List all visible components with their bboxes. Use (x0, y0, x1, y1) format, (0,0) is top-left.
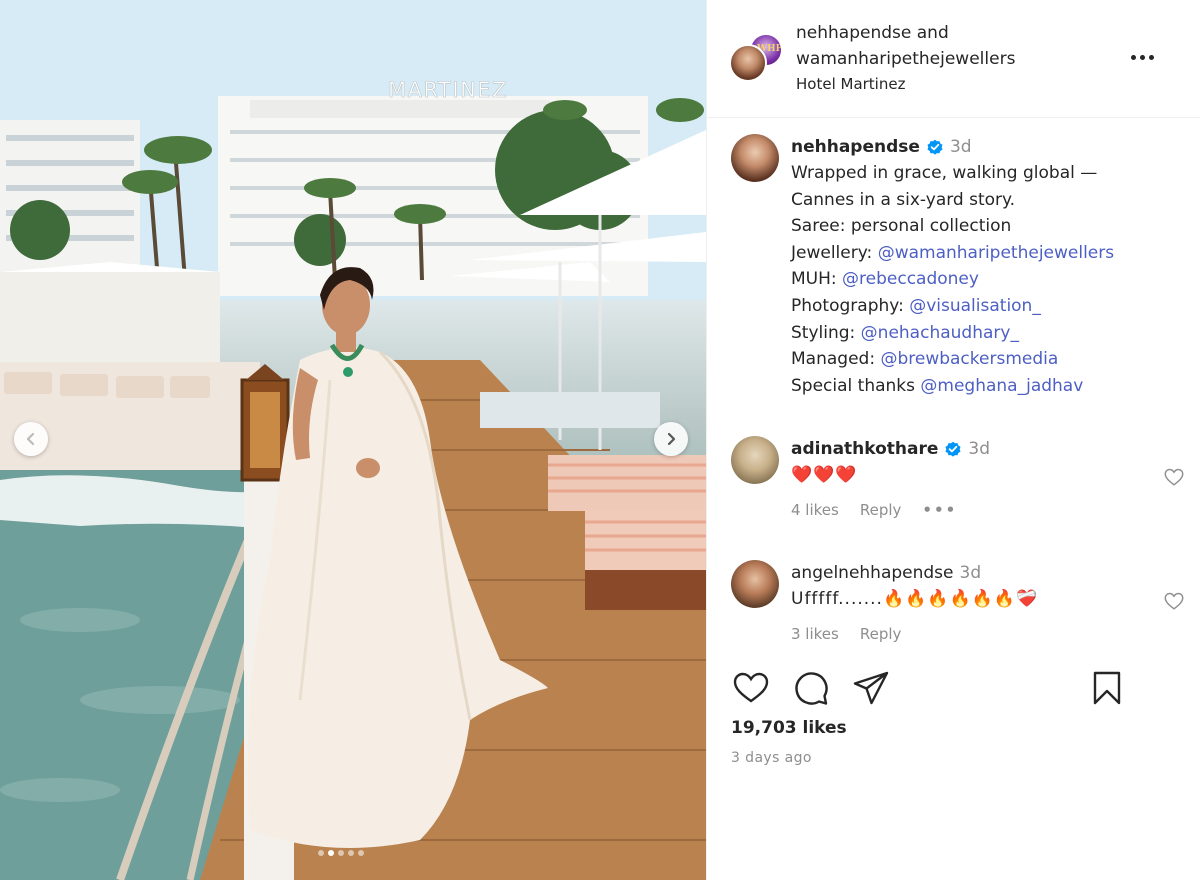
comment-time: 3d (959, 563, 982, 583)
caption-line-text: Styling: (791, 322, 861, 343)
mention-link[interactable]: @brewbackersmedia (880, 349, 1058, 369)
caption-text: Wrapped in grace, walking global — Cannes… (791, 160, 1181, 399)
commenter-avatar[interactable] (731, 436, 779, 484)
location-link[interactable]: Hotel Martinez (796, 75, 905, 93)
caption-line-text: Wrapped in grace, walking global — (791, 163, 1098, 183)
comment-options-button[interactable]: ••• (922, 501, 957, 519)
post-authors: nehhapendse and wamanharipethejewellers (796, 20, 1015, 72)
caption-line-text: Photography: (791, 295, 910, 316)
heart-icon[interactable] (1163, 466, 1185, 488)
and-text: and (916, 23, 949, 43)
chevron-right-icon (667, 432, 676, 446)
caption-line-text: Saree: personal collection (791, 216, 1012, 237)
caption-line-text: Special thanks (791, 375, 921, 396)
caption-line: Styling: @nehachaudhary_ (791, 320, 1181, 347)
author-avatar[interactable] (729, 44, 767, 82)
caption-line-text: MUH: (791, 269, 843, 290)
carousel-dot (338, 850, 344, 856)
verified-badge-icon (927, 139, 943, 155)
likes-count[interactable]: 19,703 likes (731, 718, 847, 738)
caption-line: Managed: @brewbackersmedia (791, 346, 1181, 373)
comment-item: angelnehhapendse 3d Ufffff.......🔥🔥🔥🔥🔥🔥❤… (731, 560, 1184, 660)
caption-line-text: Cannes in a six-yard story. (791, 189, 1016, 210)
commenter-avatar[interactable] (731, 560, 779, 608)
next-slide-button[interactable] (654, 422, 688, 456)
caption-line: Wrapped in grace, walking global — (791, 160, 1181, 187)
author-username[interactable]: nehhapendse (796, 23, 911, 43)
reply-button[interactable]: Reply (860, 501, 902, 519)
more-options-button[interactable] (1131, 47, 1161, 67)
caption-line: Jewellery: @wamanharipethejewellers (791, 240, 1181, 267)
heart-icon[interactable] (1163, 590, 1185, 612)
mention-link[interactable]: @visualisation_ (909, 296, 1041, 316)
caption: nehhapendse 3d Wrapped in grace, walking… (731, 134, 1181, 404)
comment-time: 3d (968, 439, 991, 459)
post-actions (731, 668, 1177, 708)
share-icon[interactable] (851, 668, 891, 708)
caption-line: Special thanks @meghana_jadhav (791, 373, 1181, 400)
mention-link[interactable]: @rebeccadoney (842, 269, 979, 289)
post-timestamp: 3 days ago (731, 750, 812, 766)
hotel-sign: MARTINEZ (388, 78, 508, 102)
comment-likes[interactable]: 4 likes (791, 501, 839, 519)
caption-line-text: Jewellery: (791, 242, 878, 263)
carousel-dot-active (328, 850, 334, 856)
caption-time: 3d (949, 137, 972, 157)
comment-item: adinathkothare 3d ❤️❤️❤️ 4 likes Reply •… (731, 436, 1184, 536)
carousel-dot (318, 850, 324, 856)
caption-line-text: Managed: (791, 349, 881, 370)
collaborator-username[interactable]: wamanharipethejewellers (796, 46, 1015, 72)
caption-line: MUH: @rebeccadoney (791, 266, 1181, 293)
caption-line: Saree: personal collection (791, 213, 1181, 240)
verified-badge-icon (945, 441, 961, 457)
post-details-panel: WHP nehhapendse and wamanharipethejewell… (706, 0, 1200, 880)
chevron-left-icon (26, 432, 35, 446)
carousel-dot (358, 850, 364, 856)
mention-link[interactable]: @meghana_jadhav (920, 376, 1083, 396)
more-icon (1131, 54, 1136, 60)
comment-text: ❤️❤️❤️ (791, 465, 858, 485)
more-icon-dot (1149, 54, 1154, 60)
caption-line: Cannes in a six-yard story. (791, 187, 1181, 214)
reply-button[interactable]: Reply (860, 625, 902, 643)
caption-username[interactable]: nehhapendse (791, 134, 920, 160)
commenter-username[interactable]: adinathkothare (791, 436, 938, 462)
carousel-indicator (318, 850, 364, 856)
comment-likes[interactable]: 3 likes (791, 625, 839, 643)
comment-text: Ufffff.......🔥🔥🔥🔥🔥🔥❤️‍🩹 (791, 589, 1039, 609)
carousel-dot (348, 850, 354, 856)
previous-slide-button[interactable] (14, 422, 48, 456)
commenter-username[interactable]: angelnehhapendse (791, 560, 954, 586)
bookmark-icon[interactable] (1087, 668, 1127, 708)
comment-icon[interactable] (791, 668, 831, 708)
post-header: WHP nehhapendse and wamanharipethejewell… (707, 0, 1200, 118)
more-icon-dot (1140, 54, 1145, 60)
post-photo[interactable]: MARTINEZ (0, 0, 706, 880)
mention-link[interactable]: @wamanharipethejewellers (878, 243, 1114, 263)
photo-scene: MARTINEZ (0, 0, 706, 880)
caption-line: Photography: @visualisation_ (791, 293, 1181, 320)
caption-avatar[interactable] (731, 134, 779, 182)
mention-link[interactable]: @nehachaudhary_ (861, 323, 1019, 343)
like-heart-icon[interactable] (731, 668, 771, 708)
